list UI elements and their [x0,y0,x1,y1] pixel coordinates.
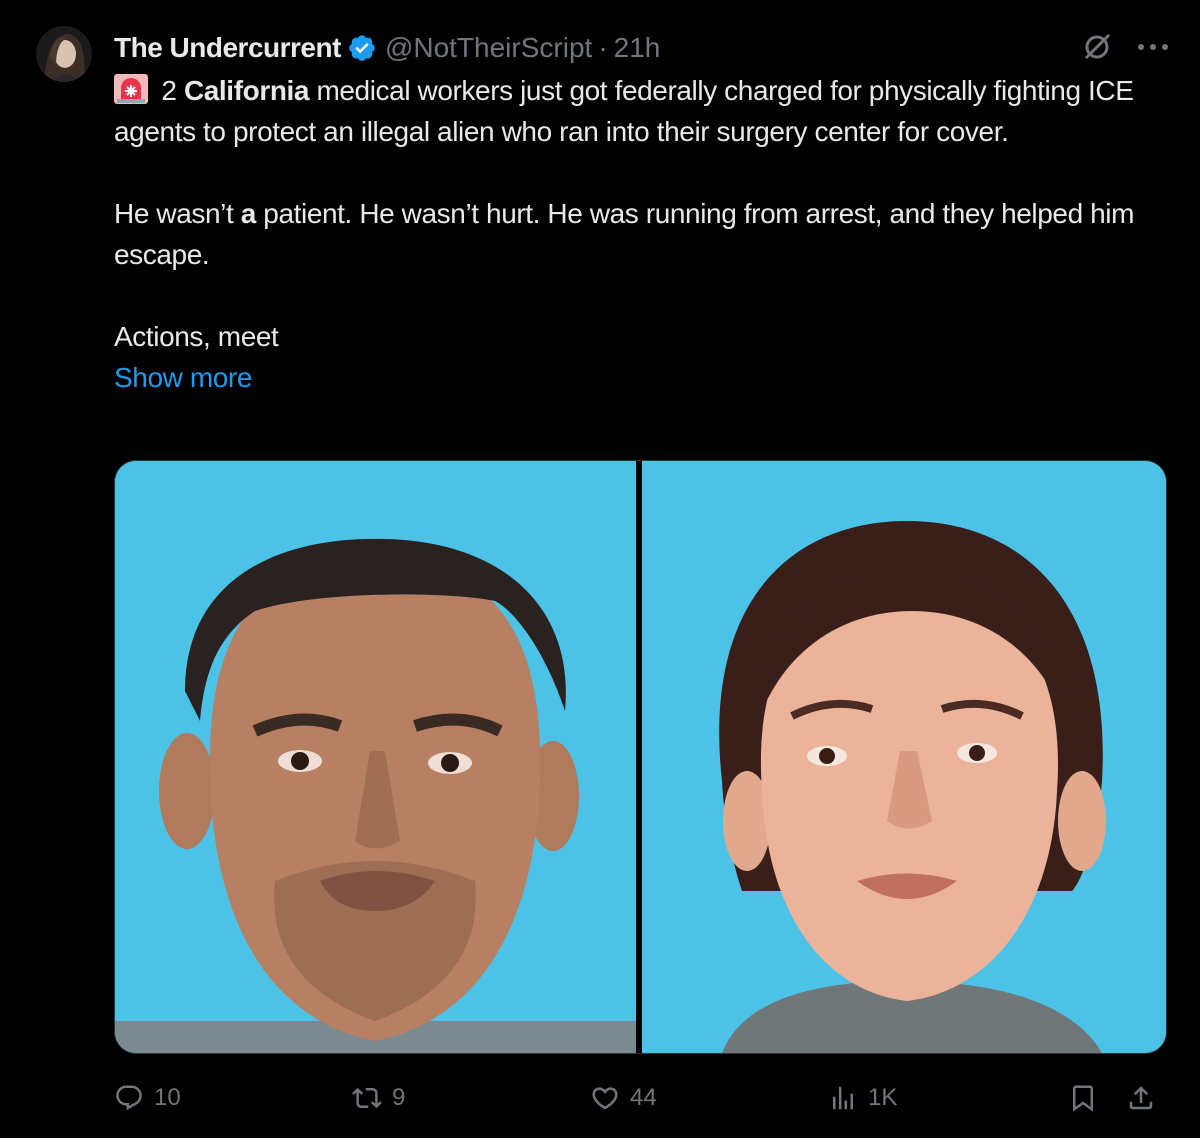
media-grid [114,460,1167,1054]
show-more-link[interactable]: Show more [114,362,252,393]
timestamp[interactable]: 21h [614,32,661,64]
share-icon [1129,1086,1153,1110]
mugshot-man[interactable] [115,461,636,1053]
police-siren-icon [114,74,148,104]
text-segment: He wasn’t [114,198,241,229]
grok-icon[interactable] [1080,30,1114,64]
mugshot-woman[interactable] [642,461,1166,1053]
tweet-paragraph-3: Actions, meet [114,321,279,352]
repost-count: 9 [392,1084,406,1111]
man-portrait-image [115,461,636,1053]
tweet-actions: 10 9 44 1K [114,1078,1170,1118]
views-count: 1K [868,1084,898,1111]
display-name[interactable]: The Undercurrent [114,32,341,64]
tweet-text: 2 California medical workers just got fe… [114,70,1164,398]
like-count: 44 [630,1084,657,1111]
repost-icon [352,1087,382,1109]
text-segment: patient. He wasn’t hurt. He was running … [114,198,1135,270]
repost-button[interactable]: 9 [352,1083,405,1113]
reply-icon [116,1085,142,1111]
bold-text: a [240,198,257,229]
tweet-header: The Undercurrent @NotTheirScript · 21h [114,28,1180,68]
tweet-paragraph-1: 2 California medical workers just got fe… [114,70,1164,152]
heart-icon [592,1087,618,1110]
reply-button[interactable]: 10 [114,1083,181,1113]
bookmark-button[interactable] [1068,1083,1098,1113]
bookmark-icon [1073,1085,1093,1112]
woman-portrait-image [642,461,1166,1053]
reply-count: 10 [154,1084,181,1111]
tweet-paragraph-2: He wasn’t a patient. He wasn’t hurt. He … [114,193,1164,275]
like-button[interactable]: 44 [590,1083,657,1113]
text-segment: 2 [154,75,184,106]
avatar[interactable] [36,26,92,82]
views-button[interactable]: 1K [828,1083,897,1113]
handle[interactable]: @NotTheirScript [385,32,592,64]
avatar-portrait-icon [36,26,92,82]
more-options-icon[interactable] [1136,42,1170,52]
separator-dot: · [598,32,608,63]
verified-badge-icon[interactable] [347,33,377,63]
share-button[interactable] [1126,1083,1156,1113]
views-chart-icon [833,1086,853,1110]
bold-text: California [183,75,310,106]
